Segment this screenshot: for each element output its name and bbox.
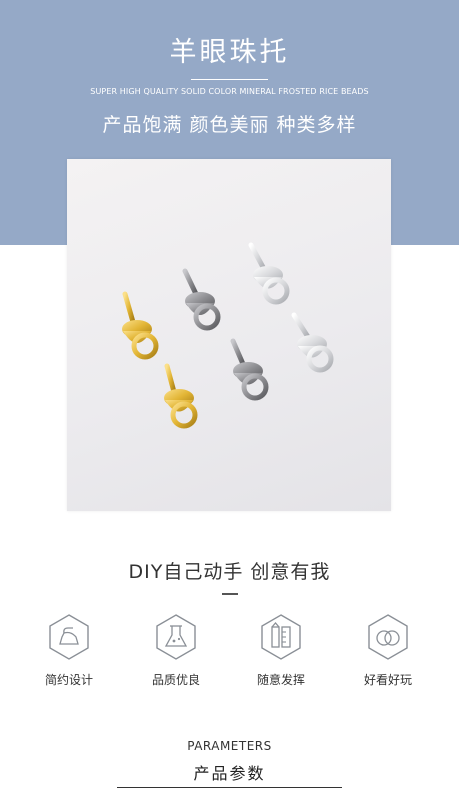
parameters-heading-en: PARAMETERS	[187, 739, 272, 753]
slogan: DIY自己动手 创意有我	[128, 561, 331, 583]
gold-eye-pin	[164, 363, 198, 429]
rings-icon	[368, 614, 408, 660]
page-title: 羊眼珠托	[169, 37, 290, 68]
feature-label: 随意发挥	[256, 673, 305, 687]
parameters-divider	[117, 787, 342, 788]
gold-eye-pin	[122, 291, 159, 360]
tagline: 产品饱满 颜色美丽 种类多样	[102, 114, 357, 136]
feature-label: 简约设计	[44, 673, 93, 687]
english-subtitle: SUPER HIGH QUALITY SOLID COLOR MINERAL F…	[90, 87, 369, 96]
gunmetal-eye-pin	[230, 338, 269, 401]
gunmetal-eye-pin	[182, 268, 221, 331]
ruler-pencil-icon	[261, 614, 301, 660]
feature-label: 好看好玩	[363, 673, 412, 687]
flask-icon	[156, 614, 196, 660]
feature-creative: 随意发挥	[236, 613, 326, 688]
product-photo	[67, 159, 391, 511]
silver-eye-pin	[248, 242, 290, 305]
feature-label: 品质优良	[151, 673, 200, 687]
feature-simple-design: 简约设计	[24, 613, 114, 688]
title-divider	[191, 79, 268, 80]
iron-icon	[49, 614, 89, 660]
silver-eye-pin	[291, 312, 334, 373]
slogan-divider	[222, 593, 238, 595]
feature-quality: 品质优良	[131, 613, 221, 688]
parameters-heading-cn: 产品参数	[193, 764, 266, 783]
feature-fun: 好看好玩	[343, 613, 433, 688]
